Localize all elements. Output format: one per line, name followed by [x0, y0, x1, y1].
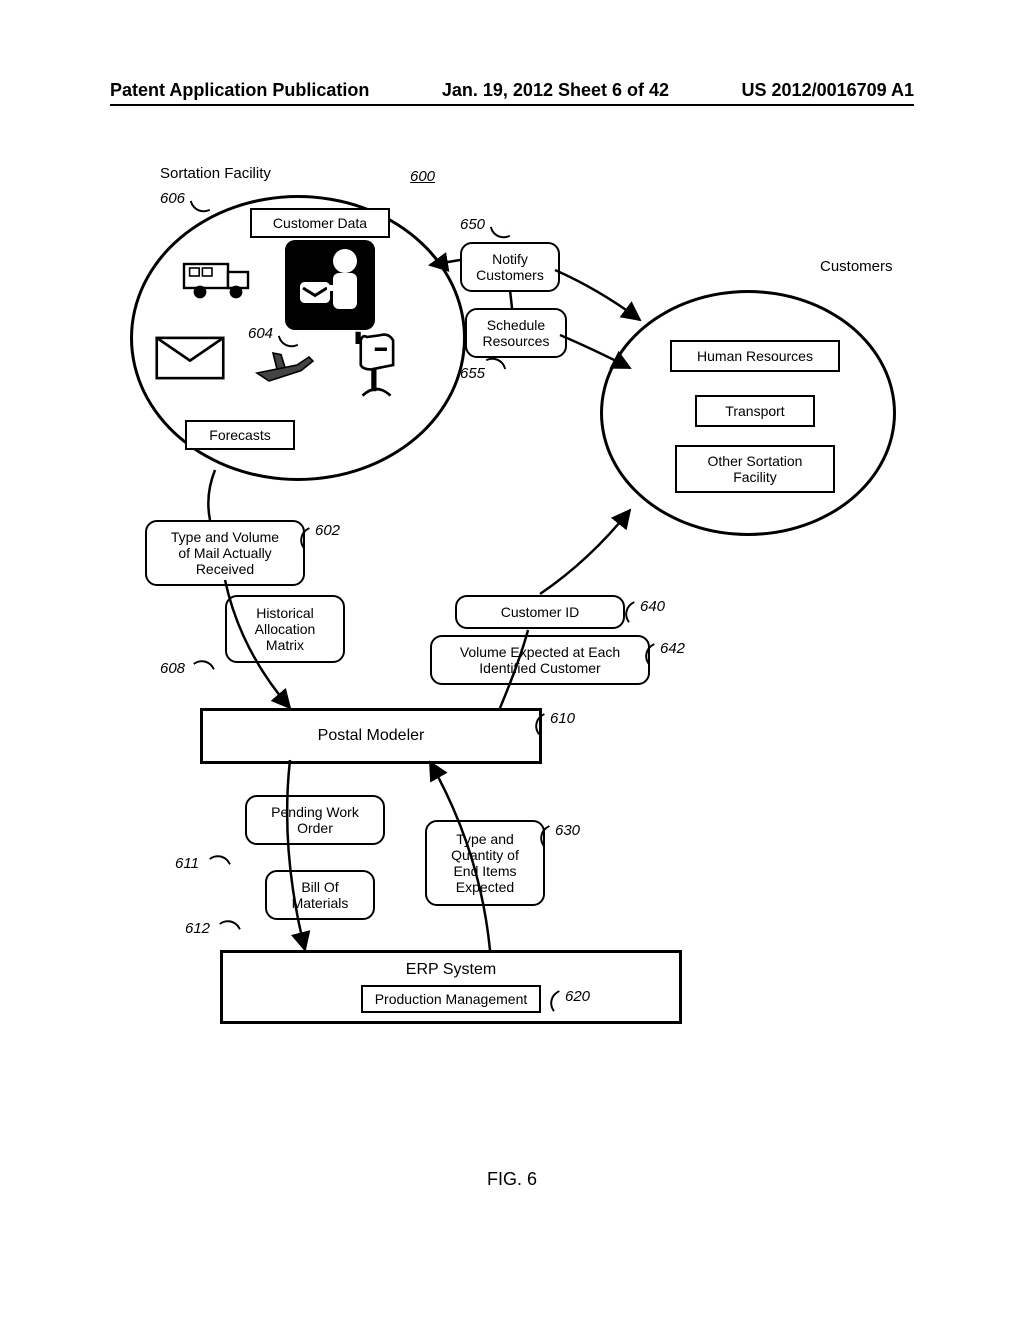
notify-customers-box: Notify Customers — [460, 242, 560, 292]
type-qty-expected-box: Type and Quantity of End Items Expected — [425, 820, 545, 906]
historical-allocation-box: Historical Allocation Matrix — [225, 595, 345, 663]
postal-modeler-label: Postal Modeler — [318, 727, 425, 745]
erp-system-label: ERP System — [231, 961, 671, 979]
notify-customers-label: Notify Customers — [476, 251, 544, 283]
ref-630: 630 — [555, 822, 580, 839]
ref-602: 602 — [315, 522, 340, 539]
plane-icon — [250, 345, 320, 385]
worker-icon — [285, 240, 375, 330]
figure-caption: FIG. 6 — [0, 1169, 1024, 1190]
customer-id-box: Customer ID — [455, 595, 625, 629]
other-sortation-box: Other Sortation Facility — [675, 445, 835, 493]
ref-650: 650 — [460, 216, 485, 233]
ref-640: 640 — [640, 598, 665, 615]
ref-604: 604 — [248, 325, 273, 342]
postal-modeler-box: Postal Modeler — [200, 708, 542, 764]
customers-label: Customers — [820, 258, 893, 275]
ref-606-hook — [190, 196, 211, 217]
bill-of-materials-box: Bill Of Materials — [265, 870, 375, 920]
forecasts-box: Forecasts — [185, 420, 295, 450]
ref-655: 655 — [460, 365, 485, 382]
transport-box: Transport — [695, 395, 815, 427]
customer-data-label: Customer Data — [273, 215, 367, 231]
pending-work-order-label: Pending Work Order — [271, 804, 359, 836]
human-resources-box: Human Resources — [670, 340, 840, 372]
sortation-facility-label: Sortation Facility — [160, 165, 271, 182]
forecasts-label: Forecasts — [209, 427, 270, 443]
type-volume-received-label: Type and Volume of Mail Actually Receive… — [171, 529, 279, 577]
schedule-resources-box: Schedule Resources — [465, 308, 567, 358]
diagram-canvas: Sortation Facility 600 606 Customer Data — [130, 150, 900, 1150]
volume-expected-box: Volume Expected at Each Identified Custo… — [430, 635, 650, 685]
ref-612: 612 — [185, 920, 210, 937]
customer-data-box: Customer Data — [250, 208, 390, 238]
ref-608: 608 — [160, 660, 185, 677]
header-left: Patent Application Publication — [110, 80, 369, 101]
ref-606: 606 — [160, 190, 185, 207]
bill-of-materials-label: Bill Of Materials — [292, 879, 349, 911]
type-qty-expected-label: Type and Quantity of End Items Expected — [451, 831, 519, 895]
ref-600: 600 — [410, 168, 435, 185]
type-volume-received-box: Type and Volume of Mail Actually Receive… — [145, 520, 305, 586]
volume-expected-label: Volume Expected at Each Identified Custo… — [460, 644, 620, 676]
ref-642: 642 — [660, 640, 685, 657]
pending-work-order-box: Pending Work Order — [245, 795, 385, 845]
production-mgmt-label: Production Management — [375, 991, 528, 1007]
historical-allocation-label: Historical Allocation Matrix — [255, 605, 316, 653]
other-sortation-label: Other Sortation Facility — [708, 453, 803, 485]
transport-label: Transport — [725, 403, 784, 419]
header-right: US 2012/0016709 A1 — [742, 80, 914, 101]
mailbox-icon — [350, 330, 410, 400]
header-center: Jan. 19, 2012 Sheet 6 of 42 — [442, 80, 669, 101]
ref-608-hook — [193, 655, 215, 677]
truck-icon — [180, 250, 260, 302]
customer-id-label: Customer ID — [501, 604, 580, 620]
production-mgmt-box: Production Management — [361, 985, 542, 1013]
header-rule — [110, 104, 914, 106]
erp-system-box: ERP System Production Management — [220, 950, 682, 1024]
ref-611-hook — [209, 850, 231, 872]
envelope-icon — [155, 335, 225, 381]
ref-650-hook — [490, 222, 511, 243]
ref-612-hook — [219, 915, 241, 937]
schedule-resources-label: Schedule Resources — [483, 317, 550, 349]
ref-611: 611 — [175, 855, 199, 872]
ref-610: 610 — [550, 710, 575, 727]
human-resources-label: Human Resources — [697, 348, 813, 364]
ref-620: 620 — [565, 988, 590, 1005]
